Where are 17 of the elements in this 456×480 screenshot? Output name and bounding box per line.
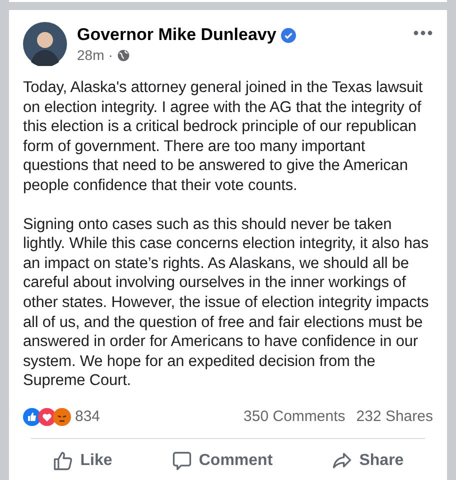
shares-count[interactable]: 232 Shares — [356, 406, 433, 428]
speech-bubble-icon — [170, 450, 193, 472]
more-options-icon[interactable] — [413, 30, 433, 36]
post-text: Signing onto cases such as this should never be taken lightly. While this case concerns election integrity, it also has an impact on state’s rights. As Alaskans, we should all be careful about involving ourselves in the inner workings of other states. However, the issue of election integrity impacts all of us, and the question of free and fair elections must be answered in order for Americans to have confidence in our system. We hope for an expedited decision from the Supreme Court. — [23, 214, 430, 391]
thumbs-up-icon — [52, 450, 74, 472]
share-button[interactable]: Share — [323, 444, 412, 477]
post-time[interactable]: 28m — [77, 46, 104, 64]
like-button[interactable]: Like — [44, 444, 120, 477]
comment-button[interactable]: Comment — [162, 444, 281, 477]
author-name[interactable]: Governor Mike Dunleavy — [77, 24, 276, 46]
avatar — [23, 22, 67, 66]
globe-icon — [116, 48, 130, 62]
angry-reaction-icon — [53, 408, 71, 426]
comments-count[interactable]: 350 Comments — [244, 406, 346, 428]
reaction-count[interactable]: 834 — [75, 406, 100, 428]
separator-dot: · — [108, 46, 113, 64]
post-text: Today, Alaska's attorney general joined in the Texas lawsuit on election integrity. I agree with the AG that the integrity of this election is a critical bedrock principle of our republican form of government. There are too many important questions that need to be answered to give the American people confidence that their vote counts. — [23, 78, 424, 196]
